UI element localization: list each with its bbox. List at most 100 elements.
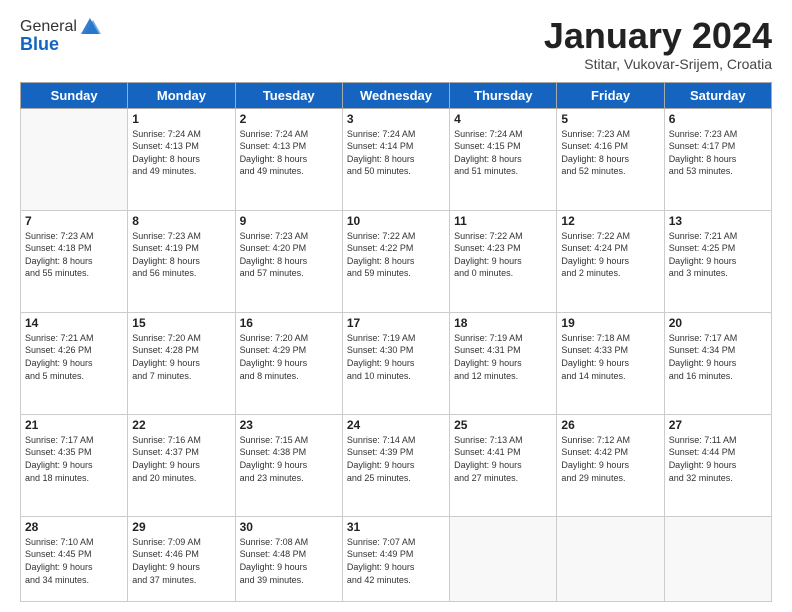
logo: General Blue [20,16,101,55]
day-info: Sunrise: 7:12 AMSunset: 4:42 PMDaylight:… [561,434,659,484]
day-number: 18 [454,316,552,330]
calendar-cell: 9 Sunrise: 7:23 AMSunset: 4:20 PMDaylight… [235,210,342,312]
day-number: 15 [132,316,230,330]
page: General Blue January 2024 Stitar, Vukova… [0,0,792,612]
weekday-header: Thursday [450,82,557,108]
day-number: 9 [240,214,338,228]
day-number: 28 [25,520,123,534]
calendar-cell [450,516,557,601]
day-number: 25 [454,418,552,432]
day-info: Sunrise: 7:18 AMSunset: 4:33 PMDaylight:… [561,332,659,382]
day-number: 24 [347,418,445,432]
calendar-week-row: 14 Sunrise: 7:21 AMSunset: 4:26 PMDayligh… [21,312,772,414]
day-number: 29 [132,520,230,534]
weekday-header: Friday [557,82,664,108]
day-info: Sunrise: 7:24 AMSunset: 4:13 PMDaylight:… [132,128,230,178]
calendar-cell: 15 Sunrise: 7:20 AMSunset: 4:28 PMDayligh… [128,312,235,414]
calendar-cell: 21Sunrise: 7:17 AMSunset: 4:35 PMDayligh… [21,414,128,516]
calendar-cell: 18 Sunrise: 7:19 AMSunset: 4:31 PMDayligh… [450,312,557,414]
day-info: Sunrise: 7:13 AMSunset: 4:41 PMDaylight:… [454,434,552,484]
calendar-cell: 25 Sunrise: 7:13 AMSunset: 4:41 PMDayligh… [450,414,557,516]
calendar-cell: 4Sunrise: 7:24 AMSunset: 4:15 PMDaylight… [450,108,557,210]
calendar-cell: 30Sunrise: 7:08 AMSunset: 4:48 PMDayligh… [235,516,342,601]
calendar-cell: 28 Sunrise: 7:10 AMSunset: 4:45 PMDayligh… [21,516,128,601]
day-number: 13 [669,214,767,228]
day-number: 5 [561,112,659,126]
calendar-cell: 17 Sunrise: 7:19 AMSunset: 4:30 PMDayligh… [342,312,449,414]
title-block: January 2024 Stitar, Vukovar-Srijem, Cro… [544,16,772,72]
day-number: 11 [454,214,552,228]
day-info: Sunrise: 7:08 AMSunset: 4:48 PMDaylight:… [240,536,338,586]
calendar-cell: 8Sunrise: 7:23 AMSunset: 4:19 PMDaylight… [128,210,235,312]
day-number: 8 [132,214,230,228]
calendar-cell: 20Sunrise: 7:17 AMSunset: 4:34 PMDayligh… [664,312,771,414]
day-number: 6 [669,112,767,126]
day-info: Sunrise: 7:23 AMSunset: 4:16 PMDaylight:… [561,128,659,178]
calendar-cell [21,108,128,210]
calendar-cell: 24 Sunrise: 7:14 AMSunset: 4:39 PMDayligh… [342,414,449,516]
day-number: 26 [561,418,659,432]
day-number: 3 [347,112,445,126]
calendar-week-row: 7 Sunrise: 7:23 AMSunset: 4:18 PMDaylight… [21,210,772,312]
day-info: Sunrise: 7:14 AMSunset: 4:39 PMDaylight:… [347,434,445,484]
day-number: 16 [240,316,338,330]
weekday-header: Sunday [21,82,128,108]
calendar-cell: 1 Sunrise: 7:24 AMSunset: 4:13 PMDaylight… [128,108,235,210]
day-info: Sunrise: 7:21 AMSunset: 4:26 PMDaylight:… [25,332,123,382]
day-info: Sunrise: 7:15 AMSunset: 4:38 PMDaylight:… [240,434,338,484]
day-info: Sunrise: 7:20 AMSunset: 4:28 PMDaylight:… [132,332,230,382]
calendar-table: SundayMondayTuesdayWednesdayThursdayFrid… [20,82,772,602]
calendar-cell: 26 Sunrise: 7:12 AMSunset: 4:42 PMDayligh… [557,414,664,516]
calendar-cell: 7 Sunrise: 7:23 AMSunset: 4:18 PMDaylight… [21,210,128,312]
day-number: 22 [132,418,230,432]
day-number: 31 [347,520,445,534]
calendar-cell: 22Sunrise: 7:16 AMSunset: 4:37 PMDayligh… [128,414,235,516]
calendar-cell: 3 Sunrise: 7:24 AMSunset: 4:14 PMDaylight… [342,108,449,210]
day-number: 20 [669,316,767,330]
day-number: 21 [25,418,123,432]
day-info: Sunrise: 7:23 AMSunset: 4:20 PMDaylight:… [240,230,338,280]
day-info: Sunrise: 7:19 AMSunset: 4:31 PMDaylight:… [454,332,552,382]
calendar-cell: 23Sunrise: 7:15 AMSunset: 4:38 PMDayligh… [235,414,342,516]
calendar-cell: 19 Sunrise: 7:18 AMSunset: 4:33 PMDayligh… [557,312,664,414]
day-number: 19 [561,316,659,330]
calendar-cell [664,516,771,601]
logo-icon [79,16,101,38]
day-info: Sunrise: 7:24 AMSunset: 4:15 PMDaylight:… [454,128,552,178]
day-info: Sunrise: 7:19 AMSunset: 4:30 PMDaylight:… [347,332,445,382]
calendar-week-row: 28 Sunrise: 7:10 AMSunset: 4:45 PMDayligh… [21,516,772,601]
calendar-cell: 14 Sunrise: 7:21 AMSunset: 4:26 PMDayligh… [21,312,128,414]
day-number: 7 [25,214,123,228]
day-number: 12 [561,214,659,228]
calendar-cell: 6 Sunrise: 7:23 AMSunset: 4:17 PMDaylight… [664,108,771,210]
day-info: Sunrise: 7:21 AMSunset: 4:25 PMDaylight:… [669,230,767,280]
day-info: Sunrise: 7:24 AMSunset: 4:14 PMDaylight:… [347,128,445,178]
weekday-header: Monday [128,82,235,108]
day-info: Sunrise: 7:23 AMSunset: 4:17 PMDaylight:… [669,128,767,178]
calendar-week-row: 1 Sunrise: 7:24 AMSunset: 4:13 PMDaylight… [21,108,772,210]
location-subtitle: Stitar, Vukovar-Srijem, Croatia [544,56,772,72]
month-title: January 2024 [544,16,772,56]
day-number: 27 [669,418,767,432]
calendar-cell: 11 Sunrise: 7:22 AMSunset: 4:23 PMDayligh… [450,210,557,312]
calendar-cell: 27 Sunrise: 7:11 AMSunset: 4:44 PMDayligh… [664,414,771,516]
day-info: Sunrise: 7:11 AMSunset: 4:44 PMDaylight:… [669,434,767,484]
day-number: 17 [347,316,445,330]
day-info: Sunrise: 7:10 AMSunset: 4:45 PMDaylight:… [25,536,123,586]
day-info: Sunrise: 7:23 AMSunset: 4:18 PMDaylight:… [25,230,123,280]
calendar-cell: 5 Sunrise: 7:23 AMSunset: 4:16 PMDaylight… [557,108,664,210]
day-number: 1 [132,112,230,126]
day-info: Sunrise: 7:22 AMSunset: 4:22 PMDaylight:… [347,230,445,280]
day-number: 2 [240,112,338,126]
day-number: 10 [347,214,445,228]
day-info: Sunrise: 7:22 AMSunset: 4:24 PMDaylight:… [561,230,659,280]
weekday-header: Tuesday [235,82,342,108]
calendar-cell: 13 Sunrise: 7:21 AMSunset: 4:25 PMDayligh… [664,210,771,312]
weekday-header: Saturday [664,82,771,108]
day-info: Sunrise: 7:22 AMSunset: 4:23 PMDaylight:… [454,230,552,280]
calendar-cell: 29Sunrise: 7:09 AMSunset: 4:46 PMDayligh… [128,516,235,601]
calendar-week-row: 21Sunrise: 7:17 AMSunset: 4:35 PMDayligh… [21,414,772,516]
calendar-cell: 16Sunrise: 7:20 AMSunset: 4:29 PMDayligh… [235,312,342,414]
day-number: 14 [25,316,123,330]
calendar-cell: 10 Sunrise: 7:22 AMSunset: 4:22 PMDayligh… [342,210,449,312]
